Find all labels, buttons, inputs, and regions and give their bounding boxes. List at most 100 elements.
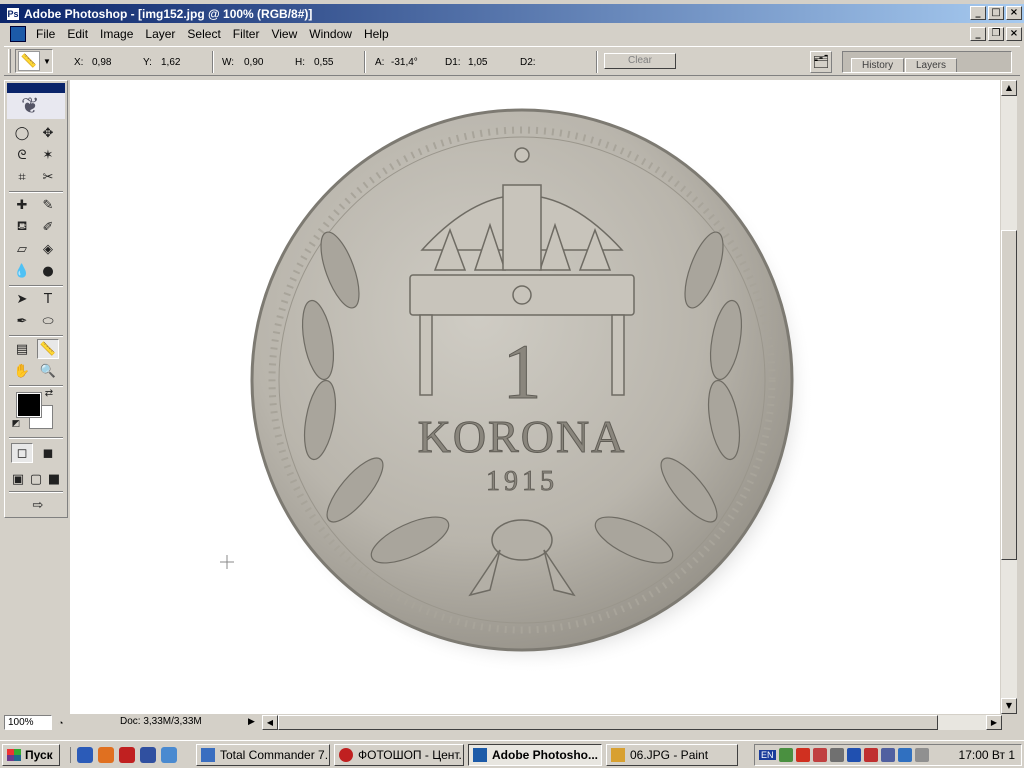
d1-label: D1: xyxy=(445,57,461,68)
task-label: 06.JPG - Paint xyxy=(630,748,709,762)
ie-icon[interactable] xyxy=(160,746,177,763)
crop-icon[interactable]: ⌗ xyxy=(11,167,33,187)
tray-antivirus-icon[interactable] xyxy=(795,748,810,762)
image-canvas[interactable]: 1 KORONA 1915 xyxy=(70,80,1000,714)
task-paint[interactable]: 06.JPG - Paint xyxy=(606,744,738,766)
status-menu-arrow-icon[interactable]: ▶ xyxy=(248,716,255,727)
notes-icon[interactable]: ▤ xyxy=(11,339,33,359)
horizontal-scroll-thumb[interactable] xyxy=(278,715,938,730)
zoom-field[interactable]: 100% xyxy=(4,715,52,730)
move-tool-icon[interactable]: ✥ xyxy=(37,123,59,143)
menu-image[interactable]: Image xyxy=(94,25,139,43)
path-selection-icon[interactable]: ➤ xyxy=(11,289,33,309)
close-button[interactable]: × xyxy=(1006,6,1022,20)
task-label: Total Commander 7... xyxy=(220,748,330,762)
swap-colors-icon[interactable]: ⇄ xyxy=(41,385,57,401)
tray-ati-icon[interactable] xyxy=(863,748,878,762)
standard-screen-icon[interactable]: ▣ xyxy=(9,469,27,489)
title-bar[interactable]: Ps Adobe Photoshop - [img152.jpg @ 100% … xyxy=(0,4,1024,23)
clear-button[interactable]: Clear xyxy=(604,53,676,69)
status-info-icon[interactable]: ◔ xyxy=(58,718,63,728)
hand-icon[interactable]: ✋ xyxy=(11,361,33,381)
x-value: 0,98 xyxy=(92,57,112,68)
photoshop-app-icon[interactable]: Ps xyxy=(6,6,20,21)
menu-layer[interactable]: Layer xyxy=(139,25,181,43)
start-button[interactable]: Пуск xyxy=(2,743,60,766)
jump-to-imageready-icon[interactable]: ⇨ xyxy=(23,495,53,515)
firefox-icon[interactable] xyxy=(97,746,114,763)
document-icon[interactable] xyxy=(10,26,26,42)
zoom-icon[interactable]: 🔍 xyxy=(37,361,59,381)
coin-year: 1915 xyxy=(486,466,558,497)
separator xyxy=(364,51,366,73)
tab-history[interactable]: History xyxy=(851,58,905,72)
standard-mode-icon[interactable]: ◻ xyxy=(11,443,33,463)
tray-settings-icon[interactable] xyxy=(829,748,844,762)
healing-brush-icon[interactable]: ✚ xyxy=(11,195,33,215)
doc-minimize-button[interactable]: _ xyxy=(970,27,986,41)
quick-mask-icon[interactable]: ◼ xyxy=(37,443,59,463)
tray-app-icon[interactable] xyxy=(812,748,827,762)
opera-icon[interactable] xyxy=(118,746,135,763)
tray-network-icon[interactable] xyxy=(778,748,793,762)
scroll-up-button[interactable]: ▲ xyxy=(1001,80,1017,96)
ruler-icon: 📏 xyxy=(18,51,40,71)
pen-icon[interactable]: ✒ xyxy=(11,311,33,331)
file-browser-icon[interactable]: 🗂 xyxy=(810,51,832,73)
clock[interactable]: 17:00 Вт 1 xyxy=(959,748,1015,762)
menu-window[interactable]: Window xyxy=(303,25,358,43)
menu-help[interactable]: Help xyxy=(358,25,395,43)
task-opera-photoshop[interactable]: ФОТОШОП - Цент... xyxy=(334,744,464,766)
blur-icon[interactable]: 💧 xyxy=(11,261,33,281)
measure-tool-icon[interactable]: 📏 xyxy=(37,339,59,359)
tray-audio-icon[interactable] xyxy=(880,748,895,762)
scroll-down-button[interactable]: ▼ xyxy=(1001,698,1017,714)
clone-stamp-icon[interactable]: ⛾ xyxy=(11,217,33,237)
scroll-left-button[interactable]: ◀ xyxy=(262,715,278,730)
tray-power-icon[interactable] xyxy=(846,748,861,762)
vertical-scroll-thumb[interactable] xyxy=(1001,230,1017,560)
ellipse-shape-icon[interactable]: ⬭ xyxy=(37,311,59,331)
full-screen-icon[interactable]: ■ xyxy=(45,469,63,489)
scroll-right-button[interactable]: ▶ xyxy=(986,715,1002,730)
menu-file[interactable]: File xyxy=(30,25,61,43)
foreground-color-swatch[interactable] xyxy=(16,392,42,418)
history-brush-icon[interactable]: ✐ xyxy=(37,217,59,237)
menu-edit[interactable]: Edit xyxy=(61,25,94,43)
word-icon[interactable] xyxy=(76,746,93,763)
horizontal-scrollbar[interactable]: ◀ ▶ xyxy=(262,715,1002,730)
tray-keyboard-icon[interactable] xyxy=(914,748,929,762)
full-screen-menu-icon[interactable]: ▢ xyxy=(27,469,45,489)
menu-select[interactable]: Select xyxy=(181,25,226,43)
paint-bucket-icon[interactable]: ◈ xyxy=(37,239,59,259)
brush-icon[interactable]: ✎ xyxy=(37,195,59,215)
lasso-icon[interactable]: ᘓ xyxy=(11,145,33,165)
elliptical-marquee-icon[interactable]: ◯ xyxy=(11,123,33,143)
tray-bluetooth-icon[interactable] xyxy=(897,748,912,762)
minimize-button[interactable]: _ xyxy=(970,6,986,20)
windows-logo-icon xyxy=(7,748,21,761)
start-label: Пуск xyxy=(25,747,53,762)
slice-icon[interactable]: ✂ xyxy=(37,167,59,187)
language-indicator[interactable]: EN xyxy=(759,750,776,760)
save-icon[interactable] xyxy=(139,746,156,763)
options-grip[interactable] xyxy=(8,49,11,73)
task-total-commander[interactable]: Total Commander 7... xyxy=(196,744,330,766)
task-adobe-photoshop[interactable]: Adobe Photosho... xyxy=(468,744,602,766)
default-colors-icon[interactable]: ◩ xyxy=(9,417,23,431)
opera-task-icon xyxy=(339,748,353,762)
maximize-button[interactable]: □ xyxy=(988,6,1004,20)
doc-close-button[interactable]: × xyxy=(1006,27,1022,41)
toolbox-header[interactable]: ❦ xyxy=(7,83,65,119)
system-tray: EN 17:00 Вт 1 xyxy=(754,744,1022,766)
tool-preset-picker[interactable]: 📏 ▼ xyxy=(15,49,53,73)
type-tool-icon[interactable]: T xyxy=(37,289,59,309)
magic-wand-icon[interactable]: ✶ xyxy=(37,145,59,165)
menu-filter[interactable]: Filter xyxy=(227,25,266,43)
eraser-icon[interactable]: ▱ xyxy=(11,239,33,259)
doc-restore-button[interactable]: ❐ xyxy=(988,27,1004,41)
dodge-icon[interactable]: ● xyxy=(37,261,59,281)
menu-view[interactable]: View xyxy=(265,25,303,43)
vertical-scrollbar[interactable]: ▲ ▼ xyxy=(1001,80,1017,714)
tab-layers[interactable]: Layers xyxy=(905,58,958,72)
